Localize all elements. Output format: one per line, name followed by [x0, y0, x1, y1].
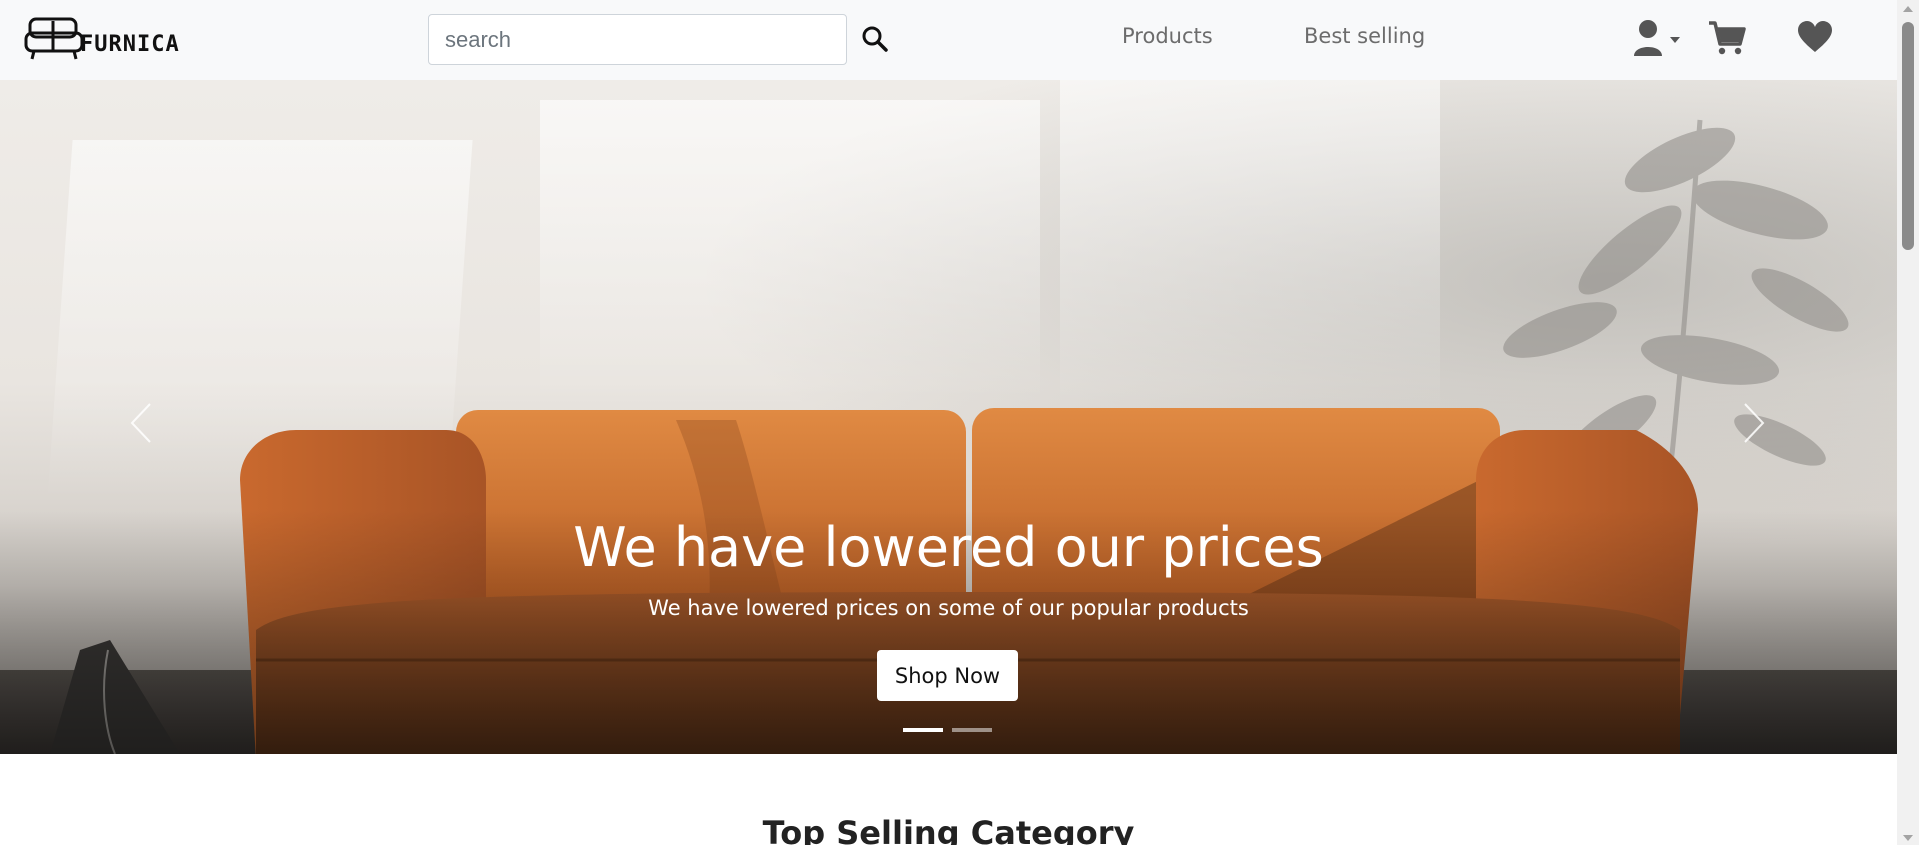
hero-subtitle: We have lowered prices on some of our po… — [648, 596, 1249, 620]
brand-name: FURNICA — [80, 31, 180, 57]
user-icon — [1634, 20, 1680, 56]
shop-now-button[interactable]: Shop Now — [877, 650, 1018, 701]
nav-link-best-selling[interactable]: Best selling — [1304, 24, 1425, 48]
user-menu-button[interactable] — [1632, 18, 1682, 58]
hero-carousel: We have lowered our prices We have lower… — [0, 80, 1897, 754]
scroll-down-icon[interactable] — [1903, 835, 1913, 841]
section-title-top-selling: Top Selling Category — [762, 814, 1135, 845]
brand-logo[interactable]: FURNICA — [24, 16, 196, 62]
search-input[interactable] — [428, 14, 847, 65]
carousel-indicators — [903, 728, 993, 738]
search-icon[interactable] — [860, 24, 890, 54]
hero-caption: We have lowered our prices We have lower… — [0, 80, 1897, 754]
carousel-indicator-1[interactable] — [903, 728, 943, 732]
carousel-indicator-2[interactable] — [952, 728, 992, 732]
sofa-logo-icon — [24, 17, 84, 60]
cart-icon[interactable] — [1707, 18, 1747, 58]
scroll-up-icon[interactable] — [1903, 6, 1913, 12]
heart-icon[interactable] — [1797, 20, 1833, 56]
carousel-next-icon[interactable] — [1733, 398, 1773, 448]
hero-title: We have lowered our prices — [573, 516, 1324, 579]
page-scrollbar[interactable] — [1897, 0, 1919, 845]
nav-link-products[interactable]: Products — [1122, 24, 1213, 48]
caret-down-icon — [1670, 37, 1680, 43]
scrollbar-thumb[interactable] — [1902, 22, 1914, 250]
navbar: FURNICA Products Best selling — [0, 0, 1897, 80]
carousel-prev-icon[interactable] — [122, 398, 162, 448]
